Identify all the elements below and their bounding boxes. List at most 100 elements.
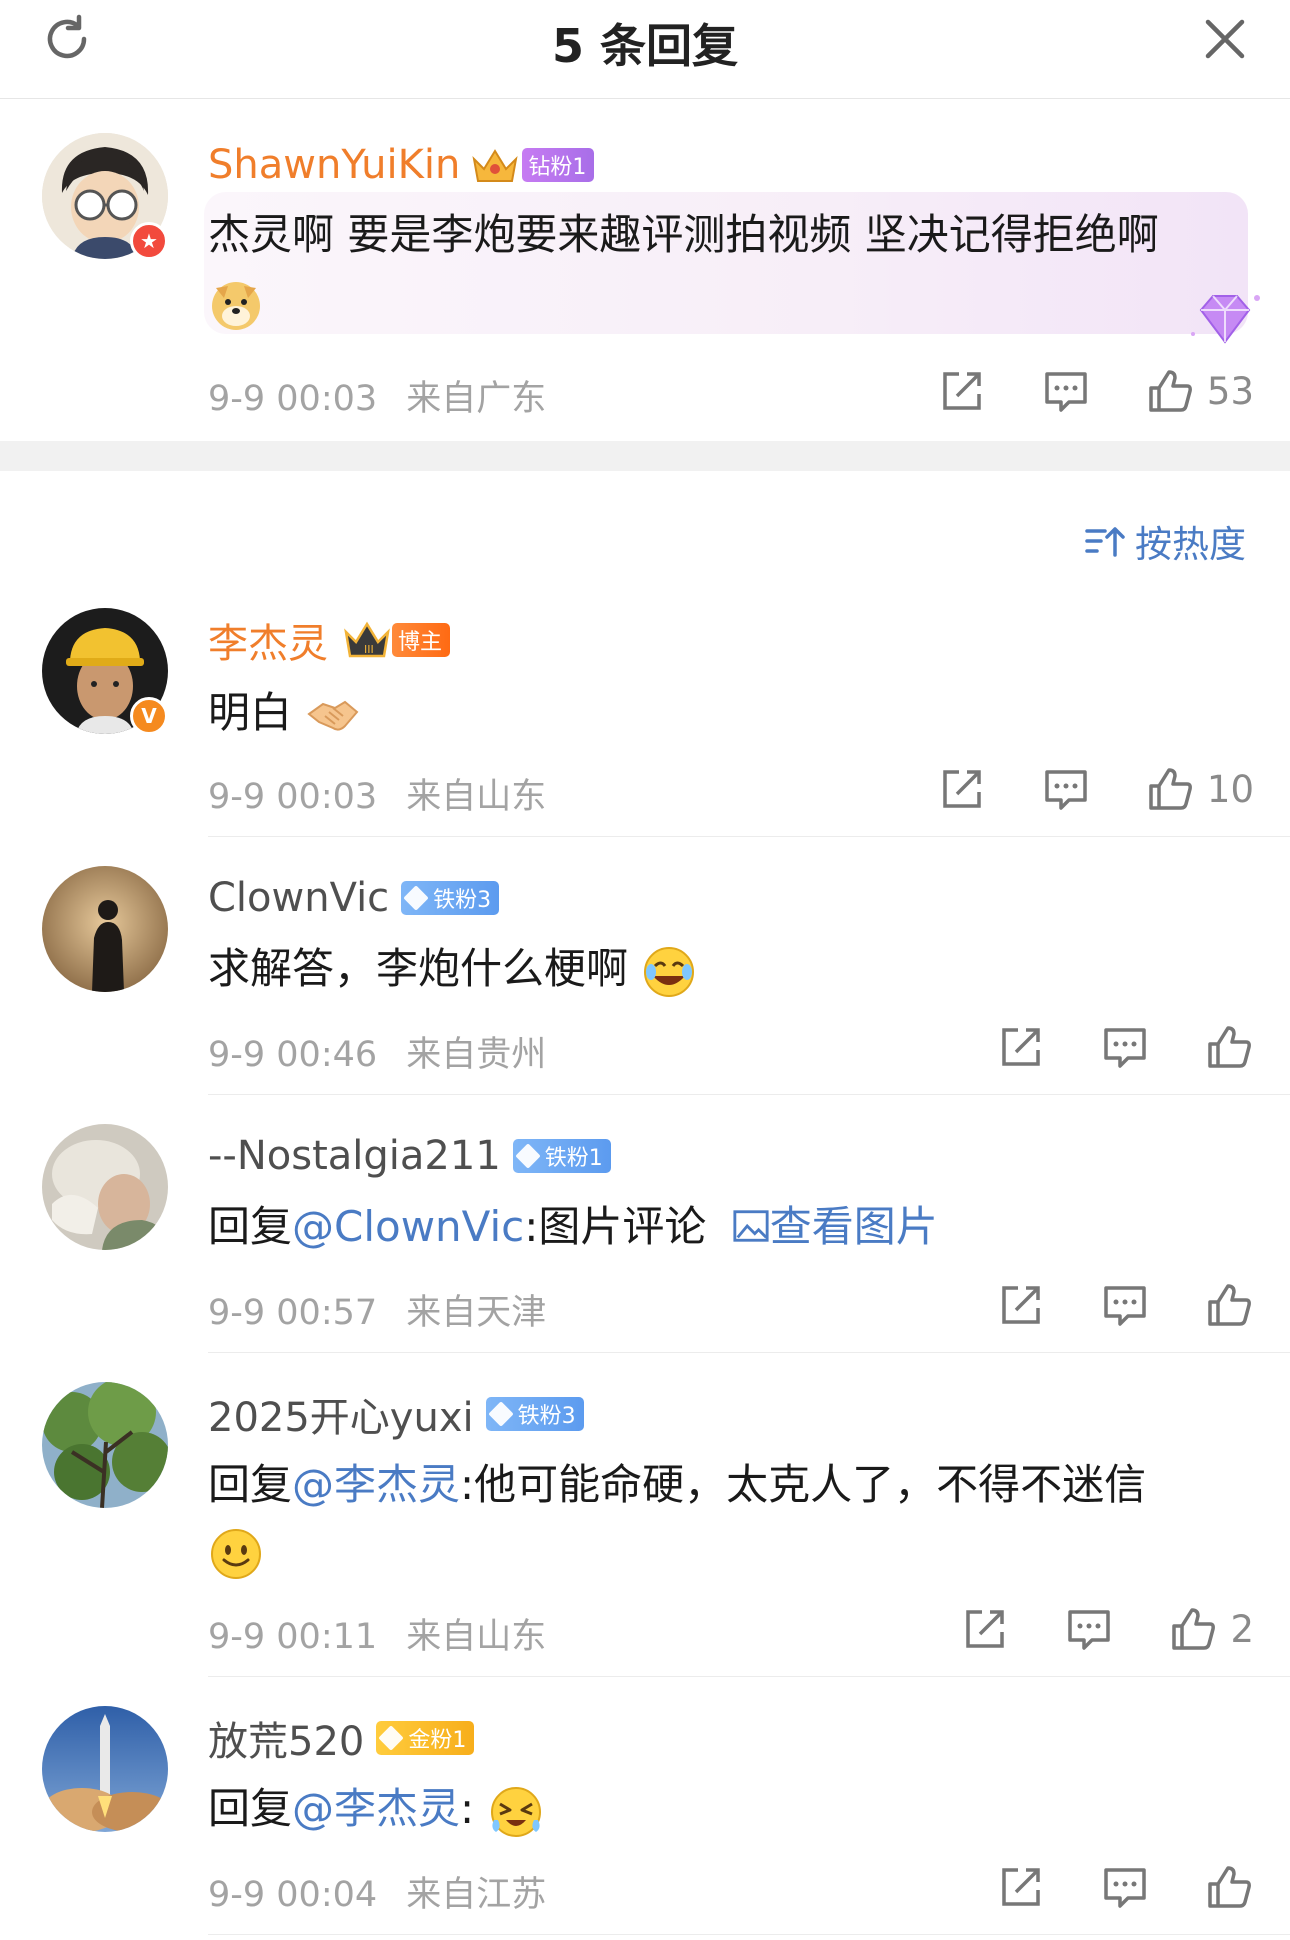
share-icon — [943, 770, 981, 808]
reply-button[interactable] — [1041, 366, 1091, 416]
location: 来自山东 — [406, 1617, 547, 1657]
username[interactable]: 李杰灵 — [208, 611, 328, 669]
timestamp: 9-9 00:04 — [208, 1875, 378, 1915]
share-button[interactable] — [996, 1280, 1046, 1330]
like-icon — [1149, 768, 1192, 810]
like-button[interactable] — [1204, 1862, 1254, 1912]
like-button[interactable]: 2 — [1168, 1604, 1254, 1654]
comment-text-line: :图片评论 — [524, 1202, 707, 1251]
reply-button[interactable] — [1064, 1604, 1114, 1654]
page-title: 5 条回复 — [551, 19, 739, 73]
mention-link[interactable]: @李杰灵 — [292, 1784, 460, 1833]
username[interactable]: 2025开心yuxi — [208, 1385, 474, 1443]
reply-button[interactable] — [1100, 1022, 1150, 1072]
fan-level-badge: 钻粉1 — [522, 148, 595, 182]
fan-level-badge: 铁粉3 — [485, 1397, 584, 1431]
header-bar: 5 条回复 — [0, 0, 1290, 99]
timestamp: 9-9 00:03 — [208, 777, 378, 817]
reply-prefix: 回复 — [208, 1784, 293, 1833]
share-icon — [966, 1610, 1005, 1648]
timestamp: 9-9 00:03 — [208, 379, 378, 419]
reply-button[interactable] — [1100, 1862, 1150, 1912]
blogger-badge-label: 博主 — [398, 630, 443, 655]
like-icon — [1208, 1026, 1251, 1068]
comment-meta: 9-9 00:04 来自江苏 — [208, 1866, 546, 1917]
avatar[interactable] — [42, 1382, 168, 1508]
share-icon — [943, 372, 981, 410]
fan-level-label: 铁粉3 — [517, 1404, 576, 1429]
comment-meta: 9-9 00:57 来自天津 — [208, 1284, 546, 1335]
fan-level-label: 钻粉1 — [528, 155, 587, 180]
fan-level-label: 铁粉1 — [544, 1146, 603, 1171]
comment-text-line: :他可能命硬，太克人了，不得不迷信 — [460, 1460, 1147, 1509]
comment-text-line: 求解答，李炮什么梗啊 — [208, 944, 629, 993]
username[interactable]: 放荒520 — [208, 1709, 364, 1767]
username[interactable]: ShawnYuiKin — [208, 142, 460, 188]
comment-actions: 10 — [937, 764, 1254, 814]
like-icon — [1172, 1608, 1216, 1650]
comment-actions — [996, 1022, 1254, 1072]
like-icon — [1208, 1866, 1251, 1908]
location: 来自贵州 — [406, 1035, 547, 1075]
comment-icon — [1045, 770, 1087, 810]
image-icon — [733, 1210, 769, 1242]
timestamp: 9-9 00:11 — [208, 1617, 378, 1657]
comment-text: 回复@ClownVic:图片评论 查看图片 — [208, 1196, 938, 1258]
share-button[interactable] — [937, 366, 987, 416]
comment-text: 回复@李杰灵:他可能命硬，太克人了，不得不迷信 — [208, 1454, 1146, 1516]
like-icon — [1149, 370, 1192, 412]
comment-meta: 9-9 00:03 来自山东 — [208, 768, 546, 819]
like-button[interactable]: 53 — [1145, 366, 1254, 416]
comment-icon — [1045, 372, 1087, 412]
diamond-icon — [403, 885, 429, 911]
share-icon — [1002, 1286, 1040, 1324]
comment-icon — [1104, 1286, 1146, 1326]
like-button[interactable] — [1204, 1022, 1254, 1072]
verified-badge-icon: V — [130, 697, 168, 735]
close-icon[interactable] — [1198, 12, 1252, 66]
fan-level-badge: 金粉1 — [376, 1721, 475, 1755]
location: 来自山东 — [406, 777, 547, 817]
comment-text: 明白 — [208, 682, 361, 744]
reply-button[interactable] — [1041, 764, 1091, 814]
like-button[interactable] — [1204, 1280, 1254, 1330]
timestamp: 9-9 00:57 — [208, 1293, 378, 1333]
svg-text:III: III — [364, 643, 374, 656]
divider — [208, 1676, 1290, 1677]
sort-icon — [1085, 527, 1125, 557]
view-image-link[interactable]: 查看图片 — [732, 1202, 938, 1251]
fan-level-badge: 铁粉3 — [401, 881, 500, 915]
share-button[interactable] — [996, 1022, 1046, 1072]
reply-button[interactable] — [1100, 1280, 1150, 1330]
share-button[interactable] — [996, 1862, 1046, 1912]
share-button[interactable] — [960, 1604, 1010, 1654]
comment-actions — [996, 1280, 1254, 1330]
comment-actions: 53 — [937, 366, 1254, 416]
diamond-icon — [515, 1143, 541, 1169]
mention-link[interactable]: @李杰灵 — [292, 1460, 460, 1509]
share-button[interactable] — [937, 764, 987, 814]
section-separator — [0, 441, 1290, 471]
timestamp: 9-9 00:46 — [208, 1035, 378, 1075]
comment-text-line: 杰灵啊 要是李炮要来趣评测拍视频 坚决记得拒绝啊 — [208, 210, 1159, 259]
sort-label: 按热度 — [1135, 523, 1246, 566]
smile-emoji-icon — [208, 1526, 264, 1582]
like-icon — [1208, 1284, 1251, 1326]
sort-button[interactable]: 按热度 — [1083, 514, 1246, 568]
like-count: 53 — [1206, 369, 1254, 413]
like-button[interactable]: 10 — [1145, 764, 1254, 814]
avatar[interactable] — [42, 1124, 168, 1250]
location: 来自江苏 — [406, 1875, 547, 1915]
avatar[interactable] — [42, 1706, 168, 1832]
comment-emoji-line — [208, 1520, 264, 1582]
username[interactable]: --Nostalgia211 — [208, 1133, 501, 1179]
comment-icon — [1104, 1028, 1146, 1068]
diamond-icon — [487, 1401, 514, 1427]
mention-link[interactable]: @ClownVic — [292, 1202, 524, 1251]
username[interactable]: ClownVic — [208, 875, 389, 921]
comment-icon — [1068, 1610, 1111, 1650]
comment-meta: 9-9 00:46 来自贵州 — [208, 1026, 546, 1077]
diamond-icon — [378, 1725, 405, 1751]
verified-badge-icon: ★ — [130, 222, 168, 260]
avatar[interactable] — [42, 866, 168, 992]
